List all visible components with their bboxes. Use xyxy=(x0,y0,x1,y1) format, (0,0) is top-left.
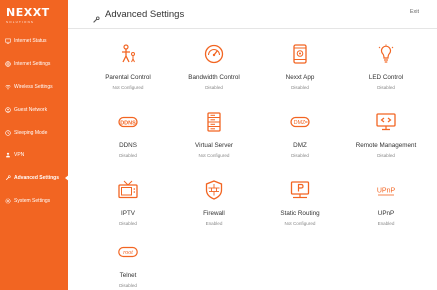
svg-text:DDNS: DDNS xyxy=(120,120,136,126)
tile-status: Disabled xyxy=(377,85,395,90)
clock-icon xyxy=(5,129,11,136)
sidebar-item-guest-network[interactable]: Guest Network xyxy=(0,98,68,121)
tile-status: Not Configured xyxy=(198,153,230,158)
dmz-icon: DMZ xyxy=(290,112,310,132)
sidebar-item-label: Sleeping Mode xyxy=(14,129,48,136)
wifi-icon xyxy=(5,84,11,90)
sidebar-item-system-settings[interactable]: System Settings xyxy=(0,190,68,213)
server-rack-icon xyxy=(204,112,224,132)
tile-static-routing[interactable]: Static Routing Not Configured xyxy=(257,180,343,240)
tile-name: Bandwidth Control xyxy=(188,74,240,81)
tile-parental-control[interactable]: Parental Control Not Configured xyxy=(85,44,171,104)
tile-led-control[interactable]: LED Control Disabled xyxy=(343,44,429,104)
tile-remote-management[interactable]: Remote Management Disabled xyxy=(343,112,429,172)
tile-status: Disabled xyxy=(377,153,395,158)
exit-button[interactable]: Exit xyxy=(410,9,419,15)
person-icon xyxy=(5,152,11,158)
tile-name: Nexxt App xyxy=(285,74,315,81)
tile-dmz[interactable]: DMZ DMZ Disabled xyxy=(257,112,343,172)
phone-app-icon xyxy=(290,44,310,64)
upnp-icon: UPnP xyxy=(376,180,396,200)
sidebar-item-advanced-settings[interactable]: Advanced Settings xyxy=(0,167,70,190)
tile-iptv[interactable]: IPTV Disabled xyxy=(85,180,171,240)
static-routing-icon xyxy=(290,180,310,200)
tile-name: Virtual Server xyxy=(194,142,234,149)
sidebar-item-label: Advanced Settings xyxy=(14,175,60,182)
telnet-root-icon: root xyxy=(118,242,138,262)
sidebar-item-wireless-settings[interactable]: Wireless Settings xyxy=(0,76,68,99)
brand-name: NEXXT xyxy=(6,6,50,19)
tile-firewall[interactable]: Firewall Enabled xyxy=(171,180,257,240)
svg-text:root: root xyxy=(123,250,133,256)
sidebar-item-label: System Settings xyxy=(14,197,51,204)
wrench-icon xyxy=(5,175,11,181)
tile-status: Not Configured xyxy=(112,85,144,90)
lightbulb-icon xyxy=(376,44,396,64)
sidebar-item-label: Internet Settings xyxy=(14,61,51,68)
sidebar-item-vpn[interactable]: VPN xyxy=(0,144,68,167)
tile-bandwidth-control[interactable]: Bandwidth Control Disabled xyxy=(171,44,257,104)
sidebar-item-label: Internet Status xyxy=(14,38,47,45)
tile-name: IPTV xyxy=(121,210,135,217)
tile-nexxt-app[interactable]: Nexxt App Disabled xyxy=(257,44,343,104)
tile-status: Disabled xyxy=(119,153,137,158)
sidebar-nav: Internet Status Internet Settings Wirele… xyxy=(0,30,70,213)
globe-icon xyxy=(5,61,11,67)
tile-status: Not Configured xyxy=(284,221,316,226)
parental-control-icon xyxy=(118,44,138,64)
bandwidth-gauge-icon xyxy=(204,44,224,64)
tile-status: Enabled xyxy=(205,221,223,226)
sidebar-item-label: Guest Network xyxy=(14,106,48,113)
wrench-icon xyxy=(92,11,100,23)
guest-icon xyxy=(5,107,11,113)
tile-name: Parental Control xyxy=(105,74,151,81)
tile-virtual-server[interactable]: Virtual Server Not Configured xyxy=(171,112,257,172)
active-indicator xyxy=(65,173,70,182)
tile-status: Disabled xyxy=(291,85,309,90)
tile-status: Disabled xyxy=(291,153,309,158)
tile-status: Disabled xyxy=(205,85,223,90)
gear-icon xyxy=(5,198,11,204)
sidebar-item-sleeping-mode[interactable]: Sleeping Mode xyxy=(0,121,68,144)
tile-status: Disabled xyxy=(119,221,137,226)
brand-logo: NEXXT SOLUTIONS xyxy=(6,6,64,28)
tile-upnp[interactable]: UPnP UPnP Enabled xyxy=(343,180,429,240)
sidebar: NEXXT SOLUTIONS Internet Status Internet… xyxy=(0,0,70,290)
brand-tagline: SOLUTIONS xyxy=(6,20,35,24)
svg-text:DMZ: DMZ xyxy=(294,120,306,126)
tile-name: DMZ xyxy=(293,142,307,149)
tile-status: Enabled xyxy=(377,221,395,226)
sidebar-item-internet-settings[interactable]: Internet Settings xyxy=(0,53,68,76)
tile-status: Disabled xyxy=(119,283,137,288)
tv-icon xyxy=(118,180,138,200)
tile-name: DDNS xyxy=(119,142,137,149)
tile-name: Telnet xyxy=(119,272,137,279)
sidebar-item-label: Wireless Settings xyxy=(14,83,53,90)
page-header: Advanced Settings Exit xyxy=(68,0,437,29)
tile-name: LED Control xyxy=(368,74,404,81)
sidebar-item-label: VPN xyxy=(14,152,25,159)
app-window: NEXXT SOLUTIONS Internet Status Internet… xyxy=(0,0,437,290)
ddns-icon: DDNS xyxy=(118,112,138,132)
page-title: Advanced Settings xyxy=(105,9,185,20)
tile-ddns[interactable]: DDNS DDNS Disabled xyxy=(85,112,171,172)
tile-name: UPnP xyxy=(377,210,395,217)
tile-name: Static Routing xyxy=(280,210,320,217)
tile-name: Remote Management xyxy=(355,142,417,149)
tile-name: Firewall xyxy=(203,210,225,217)
sidebar-item-internet-status[interactable]: Internet Status xyxy=(0,30,68,53)
tile-telnet[interactable]: root Telnet Disabled xyxy=(85,242,171,290)
monitor-icon xyxy=(5,38,11,45)
shield-icon xyxy=(204,180,224,200)
svg-text:UPnP: UPnP xyxy=(377,188,396,195)
remote-monitor-icon xyxy=(376,112,396,132)
